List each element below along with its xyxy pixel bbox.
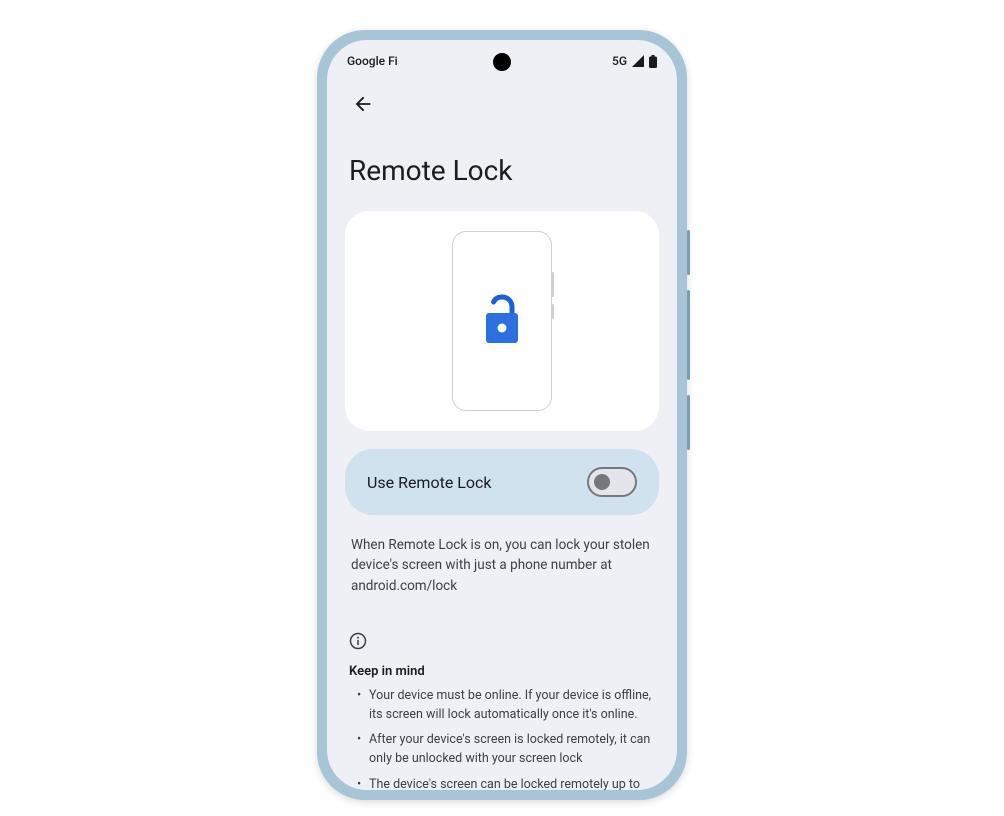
phone-screen: Google Fi 5G Remote Lock <box>327 40 677 790</box>
camera-hole <box>493 53 511 71</box>
list-item: Your device must be online. If your devi… <box>355 687 655 725</box>
list-item: The device's screen can be locked remote… <box>355 776 655 790</box>
page-title: Remote Lock <box>345 154 659 187</box>
mock-phone-button <box>551 304 554 319</box>
toggle-card: Use Remote Lock <box>345 449 659 515</box>
toggle-label: Use Remote Lock <box>367 473 492 492</box>
mock-phone-button <box>551 272 554 297</box>
phone-side-button <box>687 395 690 450</box>
battery-icon <box>649 55 657 68</box>
network-label: 5G <box>612 54 627 68</box>
description-text: When Remote Lock is on, you can lock you… <box>345 531 659 600</box>
keep-in-mind-list: Your device must be online. If your devi… <box>349 687 655 790</box>
back-button[interactable] <box>343 84 383 124</box>
unlock-icon <box>478 293 526 349</box>
mock-phone-illustration <box>452 231 552 411</box>
info-icon <box>349 632 655 654</box>
phone-side-button <box>687 230 690 275</box>
switch-thumb <box>594 474 610 490</box>
hero-card <box>345 211 659 431</box>
keep-in-mind-section: Keep in mind Your device must be online.… <box>345 632 659 790</box>
content: Remote Lock Use Remote Lock <box>327 132 677 790</box>
list-item: After your device's screen is locked rem… <box>355 731 655 769</box>
keep-in-mind-title: Keep in mind <box>349 664 655 679</box>
carrier-label: Google Fi <box>347 54 398 68</box>
phone-side-button <box>687 290 690 380</box>
app-bar <box>327 76 677 132</box>
arrow-back-icon <box>352 93 374 115</box>
signal-icon <box>631 55 645 67</box>
remote-lock-toggle[interactable] <box>587 467 637 497</box>
phone-frame: Google Fi 5G Remote Lock <box>317 30 687 800</box>
status-right: 5G <box>612 54 657 68</box>
